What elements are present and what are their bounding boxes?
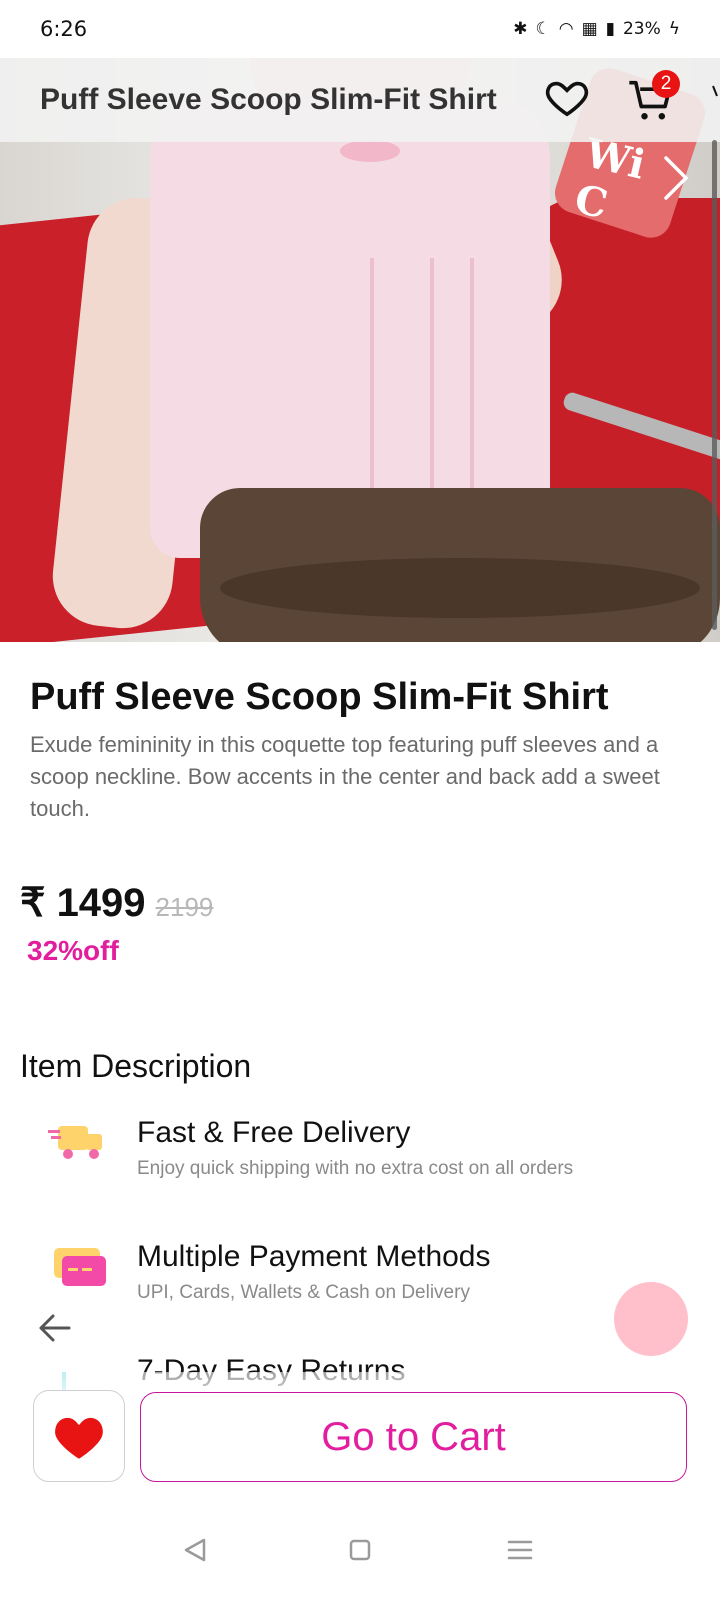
- system-nav-bar: [0, 1500, 720, 1600]
- product-image[interactable]: Wi C: [0, 58, 720, 642]
- status-bar: 6:26 ✱ ☾ ◠ ▦ ▮ 23% ϟ: [0, 0, 720, 58]
- moon-icon: ☾: [535, 19, 551, 39]
- signal-icon: ▮: [605, 19, 615, 39]
- nav-menu-icon[interactable]: [500, 1530, 540, 1570]
- battery-level: 23%: [622, 19, 661, 39]
- price-current: ₹ 1499: [20, 881, 146, 925]
- payment-card-icon: [48, 1240, 108, 1290]
- status-icons: ✱ ☾ ◠ ▦ ▮ 23% ϟ: [513, 19, 680, 39]
- charging-icon: ϟ: [668, 19, 680, 39]
- delivery-truck-icon: [48, 1116, 108, 1166]
- more-menu-icon[interactable]: [711, 78, 719, 118]
- go-to-cart-button[interactable]: Go to Cart: [140, 1392, 687, 1482]
- cart-count-badge: 2: [652, 70, 680, 98]
- product-title: Puff Sleeve Scoop Slim-Fit Shirt: [30, 676, 609, 718]
- next-image-arrow-icon[interactable]: [660, 152, 694, 204]
- product-description: Exude femininity in this coquette top fe…: [30, 732, 660, 821]
- header-bar: Puff Sleeve Scoop Slim-Fit Shirt: [0, 58, 720, 142]
- status-time: 6:26: [40, 17, 88, 41]
- feature-subtitle: UPI, Cards, Wallets & Cash on Delivery: [137, 1282, 470, 1303]
- wifi-icon: ◠: [558, 19, 574, 39]
- feature-item: Multiple Payment Methods UPI, Cards, Wal…: [40, 1236, 690, 1326]
- discount-label: 32%off: [27, 935, 119, 966]
- wishlist-icon[interactable]: [544, 74, 590, 120]
- nav-home-icon[interactable]: [340, 1530, 380, 1570]
- nav-back-icon[interactable]: [176, 1530, 216, 1570]
- header-title: Puff Sleeve Scoop Slim-Fit Shirt: [40, 83, 497, 116]
- wishlist-button[interactable]: [33, 1390, 125, 1482]
- scrollbar[interactable]: [712, 140, 717, 630]
- feature-title: Multiple Payment Methods: [137, 1240, 491, 1273]
- skirt-ruffle: [220, 558, 700, 618]
- volte-icon: ▦: [581, 19, 598, 39]
- bluetooth-icon: ✱: [513, 19, 528, 39]
- bow-accent: [340, 140, 400, 162]
- section-title: Item Description: [20, 1048, 252, 1084]
- price-row: ₹ 1499 2199: [20, 880, 213, 926]
- floating-action-button[interactable]: [614, 1282, 688, 1356]
- feature-subtitle: Enjoy quick shipping with no extra cost …: [137, 1158, 574, 1179]
- feature-title: Fast & Free Delivery: [137, 1116, 411, 1149]
- back-arrow-icon[interactable]: [35, 1308, 75, 1348]
- heart-filled-icon: [55, 1417, 103, 1459]
- feature-item: Fast & Free Delivery Enjoy quick shippin…: [40, 1112, 690, 1202]
- price-original: 2199: [155, 892, 214, 922]
